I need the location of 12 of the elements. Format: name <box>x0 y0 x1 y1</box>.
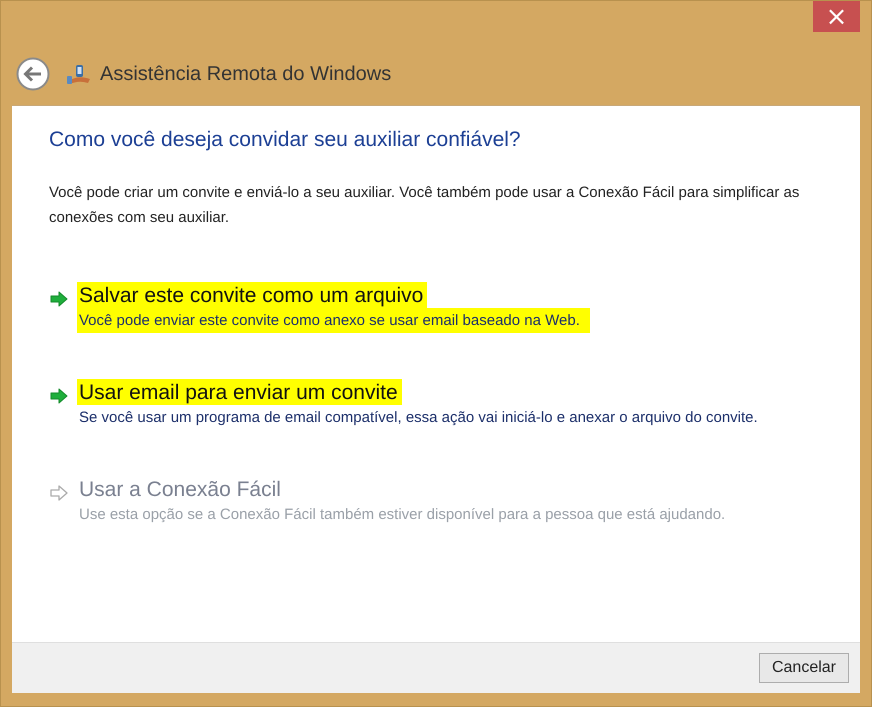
option-description: Você pode enviar este convite como anexo se usar email baseado na Web. <box>77 308 590 333</box>
close-button[interactable]: × <box>813 1 860 32</box>
page-heading: Como você deseja convidar seu auxiliar confiável? <box>49 128 522 152</box>
remote-assistance-icon <box>66 63 92 85</box>
option-description: Use esta opção se a Conexão Fácil também estiver disponível para a pessoa que está ajudando. <box>78 505 726 525</box>
option-link[interactable]: Usar email para enviar um convite <box>77 379 402 405</box>
cancel-button[interactable]: Cancelar <box>758 653 849 683</box>
intro-text: Você pode criar um convite e enviá-lo a seu auxiliar. Você também pode usar a Conexão Fácil para simplificar as conexões com seu auxiliar. <box>49 183 800 228</box>
option-description: Se você usar um programa de email compatível, essa ação vai iniciá-lo e anexar o arquivo do convite. <box>78 408 759 428</box>
back-button[interactable] <box>16 57 50 91</box>
window-title: Assistência Remota do Windows <box>100 62 392 86</box>
option-link[interactable]: Salvar este convite como um arquivo <box>77 282 428 308</box>
